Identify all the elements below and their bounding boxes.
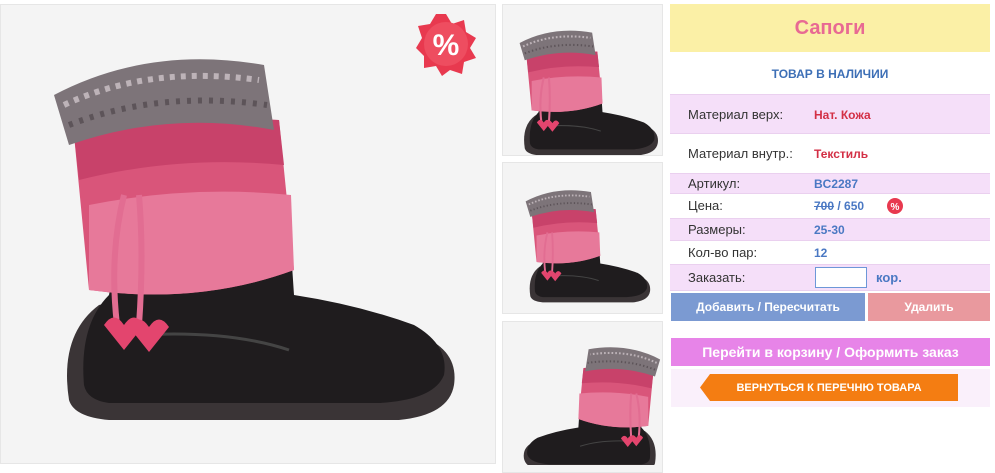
price-separator: / [834, 199, 845, 213]
spec-label: Заказать: [688, 270, 746, 285]
spec-label: Цена: [688, 198, 723, 213]
svg-text:%: % [433, 29, 460, 62]
spec-label: Размеры: [688, 222, 746, 237]
price-value: 700 / 650 [814, 199, 864, 213]
spec-row-material-inner: Материал внутр.: Текстиль [670, 134, 990, 172]
spec-row-pairs: Кол-во пар: 12 [670, 242, 990, 264]
order-unit: кор. [876, 270, 902, 285]
price-old: 700 [814, 199, 835, 213]
back-button-label: ВЕРНУТЬСЯ К ПЕРЕЧНЮ ТОВАРА [736, 381, 922, 394]
spec-value: 25-30 [814, 223, 845, 237]
spec-label: Артикул: [688, 176, 741, 191]
thumbnail-2[interactable] [502, 162, 663, 314]
price-new: 650 [844, 199, 865, 213]
percent-badge-icon: % [886, 197, 904, 218]
spec-value: 12 [814, 246, 828, 260]
delete-button[interactable]: Удалить [868, 293, 990, 321]
spec-label: Материал внутр.: [688, 146, 793, 161]
spec-row-article: Артикул: BC2287 [670, 173, 990, 194]
product-title: Сапоги [670, 4, 990, 52]
spec-value: Текстиль [814, 147, 869, 161]
spec-row-sizes: Размеры: 25-30 [670, 218, 990, 241]
spec-value: BC2287 [814, 177, 859, 191]
spec-row-price: Цена: 700 / 650 % [670, 195, 990, 217]
order-quantity-input[interactable] [815, 267, 867, 288]
percent-badge-icon: % [414, 12, 478, 76]
back-to-list-button[interactable]: ВЕРНУТЬСЯ К ПЕРЕЧНЮ ТОВАРА [700, 374, 958, 401]
thumbnail-3[interactable] [502, 321, 663, 473]
thumbnail-1[interactable] [502, 4, 663, 156]
spec-value: Нат. Кожа [814, 108, 871, 122]
add-recalculate-button[interactable]: Добавить / Пересчитать [671, 293, 865, 321]
spec-label: Кол-во пар: [688, 245, 758, 260]
go-to-cart-button[interactable]: Перейти в корзину / Оформить заказ [671, 338, 990, 366]
spec-row-material-upper: Материал верх: Нат. Кожа [670, 94, 990, 134]
svg-text:%: % [891, 202, 900, 213]
stock-status: ТОВАР В НАЛИЧИИ [771, 67, 889, 81]
spec-label: Материал верх: [688, 107, 784, 122]
